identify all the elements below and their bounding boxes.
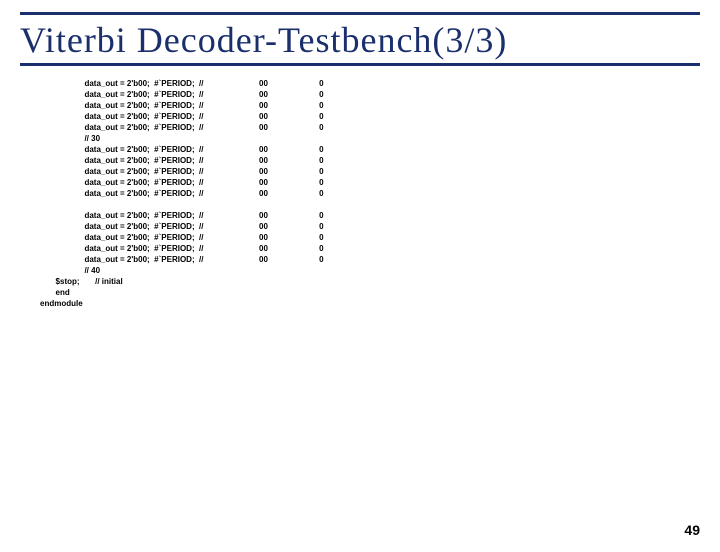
code-block: data_out = 2'b00; #`PERIOD; // 00 0 data… xyxy=(40,78,720,309)
page-title: Viterbi Decoder-Testbench(3/3) xyxy=(20,19,700,61)
page-number: 49 xyxy=(684,522,700,538)
